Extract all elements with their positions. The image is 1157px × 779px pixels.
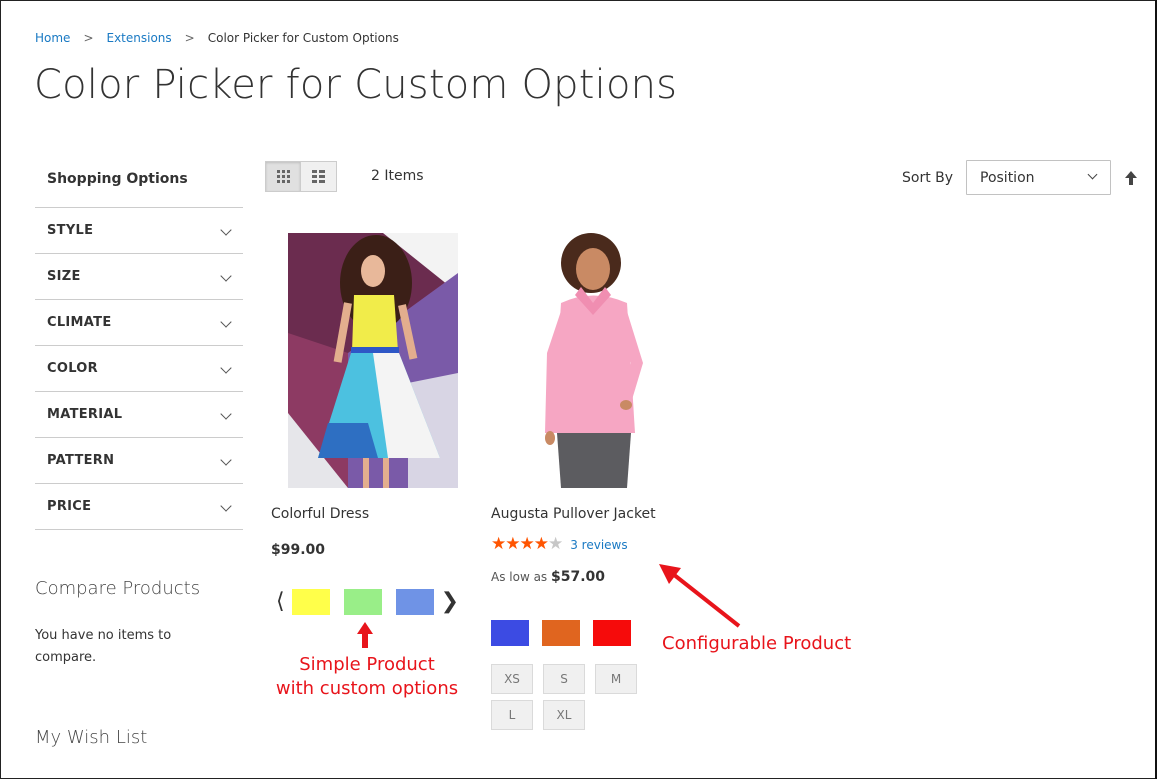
chevron-down-icon bbox=[1089, 173, 1098, 182]
chevron-down-icon bbox=[221, 502, 231, 512]
sort-by-value: Position bbox=[980, 169, 1035, 186]
annotation-simple-product: Simple Product with custom options bbox=[262, 653, 472, 701]
size-option-l[interactable]: L bbox=[491, 700, 533, 730]
sort-by-select[interactable]: Position bbox=[966, 160, 1111, 195]
chevron-down-icon bbox=[221, 456, 231, 466]
filter-size[interactable]: SIZE bbox=[35, 254, 243, 300]
page-title: Color Picker for Custom Options bbox=[34, 62, 678, 108]
filter-price[interactable]: PRICE bbox=[35, 484, 243, 530]
rating-stars-icon: ★★★★★ bbox=[491, 534, 563, 554]
product-image[interactable] bbox=[531, 233, 661, 488]
filter-label: COLOR bbox=[47, 361, 98, 376]
product-name[interactable]: Augusta Pullover Jacket bbox=[491, 506, 661, 522]
size-option-xl[interactable]: XL bbox=[543, 700, 585, 730]
filter-climate[interactable]: CLIMATE bbox=[35, 300, 243, 346]
next-arrow-icon[interactable]: ❯ bbox=[441, 591, 459, 613]
color-swatch-yellow[interactable] bbox=[291, 589, 330, 615]
annotation-arrow-up-icon bbox=[357, 622, 373, 648]
size-option-s[interactable]: S bbox=[543, 664, 585, 694]
reviews-link[interactable]: 3 reviews bbox=[570, 538, 627, 552]
configurable-color-swatches bbox=[491, 620, 644, 646]
sort-by-label: Sort By bbox=[902, 170, 954, 186]
shopping-options-sidebar: Shopping Options STYLE SIZE CLIMATE COLO… bbox=[35, 160, 243, 530]
annotation-arrow-diagonal-icon bbox=[659, 564, 741, 628]
grid-view-button[interactable] bbox=[265, 161, 301, 192]
compare-empty-message: You have no items to compare. bbox=[35, 628, 172, 665]
breadcrumb: Home > Extensions > Color Picker for Cus… bbox=[35, 31, 399, 45]
sort-direction-arrow-icon[interactable] bbox=[1124, 169, 1138, 187]
price-prefix: As low as bbox=[491, 570, 548, 584]
chevron-down-icon bbox=[221, 364, 231, 374]
previous-arrow-icon[interactable]: ⟨ bbox=[276, 591, 285, 613]
product-item: Colorful Dress $99.00 bbox=[271, 233, 458, 558]
product-image[interactable] bbox=[288, 233, 458, 488]
size-option-m[interactable]: M bbox=[595, 664, 637, 694]
filter-style[interactable]: STYLE bbox=[35, 208, 243, 254]
price-value: $57.00 bbox=[551, 569, 606, 585]
product-rating: ★★★★★ 3 reviews bbox=[491, 536, 661, 553]
breadcrumb-extensions-link[interactable]: Extensions bbox=[107, 31, 172, 45]
size-option-xs[interactable]: XS bbox=[491, 664, 533, 694]
chevron-down-icon bbox=[221, 272, 231, 282]
annotation-line: Simple Product bbox=[299, 654, 435, 675]
filter-label: MATERIAL bbox=[47, 407, 123, 422]
chevron-down-icon bbox=[221, 318, 231, 328]
items-count: 2 Items bbox=[371, 168, 424, 184]
filter-label: PATTERN bbox=[47, 453, 115, 468]
grid-icon bbox=[276, 170, 290, 183]
filter-color[interactable]: COLOR bbox=[35, 346, 243, 392]
breadcrumb-home-link[interactable]: Home bbox=[35, 31, 70, 45]
filter-label: SIZE bbox=[47, 269, 81, 284]
wishlist-title: My Wish List bbox=[35, 727, 148, 748]
color-swatch-blue[interactable] bbox=[491, 620, 529, 646]
custom-option-swatches: ⟨ ❯ bbox=[276, 589, 459, 615]
list-icon bbox=[312, 170, 325, 183]
breadcrumb-separator: > bbox=[184, 31, 195, 45]
color-swatch-green[interactable] bbox=[343, 589, 382, 615]
view-mode-switcher bbox=[265, 161, 337, 192]
filter-label: CLIMATE bbox=[47, 315, 112, 330]
size-swatches: XS S M L XL bbox=[491, 664, 651, 736]
annotation-configurable-product: Configurable Product bbox=[662, 633, 852, 654]
filter-label: STYLE bbox=[47, 223, 94, 238]
product-name[interactable]: Colorful Dress bbox=[271, 506, 458, 522]
chevron-down-icon bbox=[221, 410, 231, 420]
filter-material[interactable]: MATERIAL bbox=[35, 392, 243, 438]
breadcrumb-current: Color Picker for Custom Options bbox=[207, 31, 399, 45]
shopping-options-title: Shopping Options bbox=[35, 160, 243, 208]
breadcrumb-separator: > bbox=[83, 31, 94, 45]
chevron-down-icon bbox=[221, 226, 231, 236]
compare-products-title: Compare Products bbox=[35, 578, 201, 599]
product-item: Augusta Pullover Jacket ★★★★★ 3 reviews … bbox=[491, 233, 661, 585]
filter-label: PRICE bbox=[47, 499, 92, 514]
annotation-line: with custom options bbox=[275, 678, 459, 699]
filter-pattern[interactable]: PATTERN bbox=[35, 438, 243, 484]
color-swatch-red[interactable] bbox=[593, 620, 631, 646]
product-price: $99.00 bbox=[271, 542, 326, 558]
list-view-button[interactable] bbox=[301, 161, 337, 192]
color-swatch-orange[interactable] bbox=[542, 620, 580, 646]
color-swatch-blue[interactable] bbox=[395, 589, 434, 615]
product-price: As low as $57.00 bbox=[491, 569, 661, 585]
